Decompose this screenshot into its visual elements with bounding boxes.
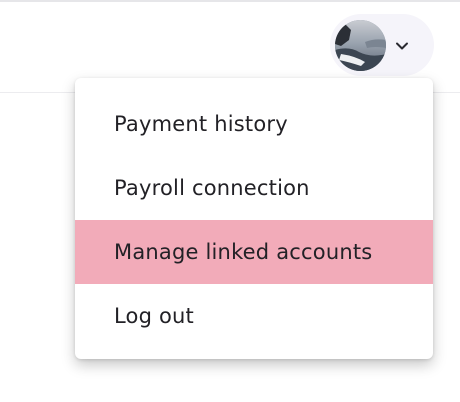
menu-item-manage-linked-accounts[interactable]: Manage linked accounts xyxy=(75,220,433,284)
menu-item-payroll-connection[interactable]: Payroll connection xyxy=(75,156,433,220)
avatar-photo-icon xyxy=(335,20,386,71)
menu-item-label: Log out xyxy=(114,304,194,328)
avatar[interactable] xyxy=(335,20,386,71)
account-dropdown-menu: Payment history Payroll connection Manag… xyxy=(75,78,433,359)
page: Payment history Payroll connection Manag… xyxy=(0,0,460,402)
account-menu-button[interactable] xyxy=(330,14,434,76)
menu-item-label: Payroll connection xyxy=(114,176,310,200)
menu-item-label: Payment history xyxy=(114,112,288,136)
menu-item-log-out[interactable]: Log out xyxy=(75,284,433,348)
menu-item-label: Manage linked accounts xyxy=(114,240,373,264)
top-border xyxy=(0,0,460,2)
chevron-down-icon[interactable] xyxy=(394,38,410,54)
menu-item-payment-history[interactable]: Payment history xyxy=(75,92,433,156)
